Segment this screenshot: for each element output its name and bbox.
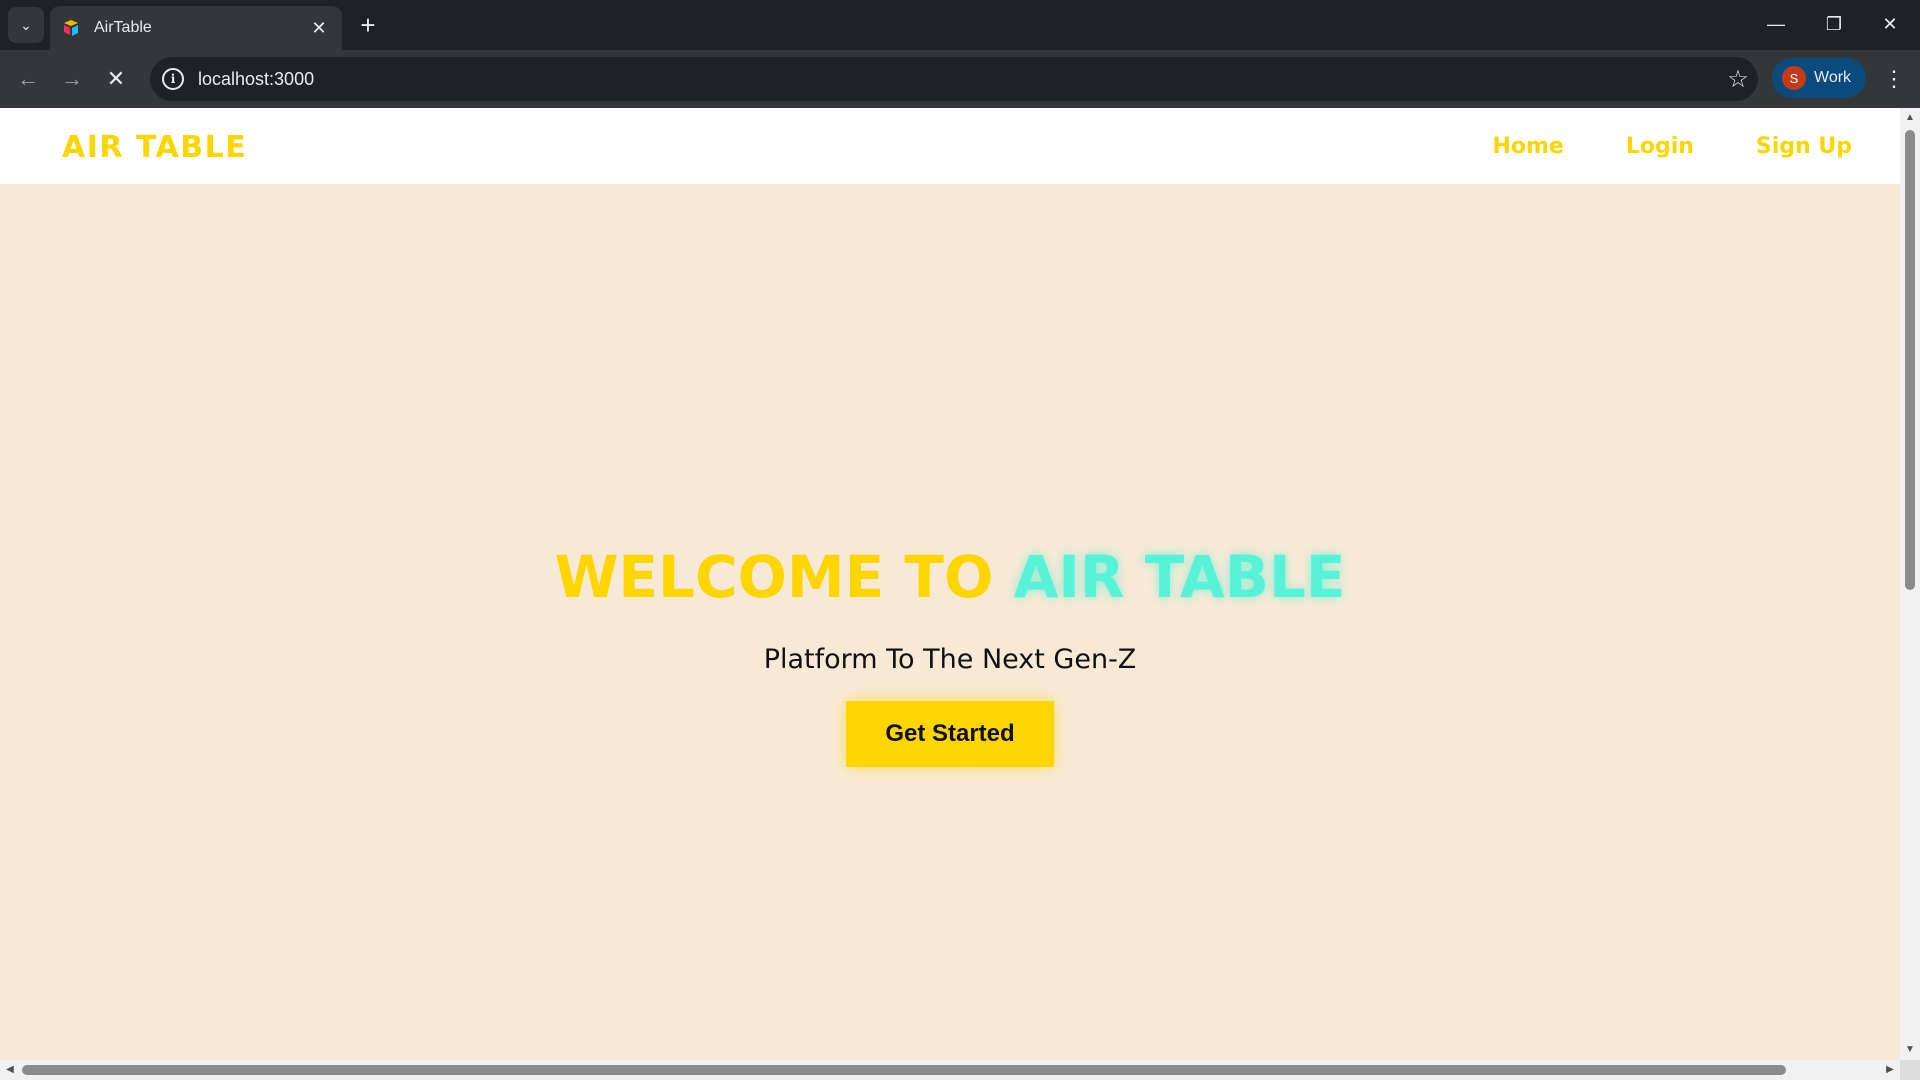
vertical-scrollbar[interactable]: ▲ ▼	[1900, 108, 1920, 1060]
profile-button[interactable]: S Work	[1772, 58, 1866, 98]
vertical-scroll-thumb[interactable]	[1905, 130, 1915, 590]
scroll-up-icon[interactable]: ▲	[1904, 112, 1916, 124]
stop-loading-icon[interactable]: ✕	[98, 61, 134, 97]
site-info-icon[interactable]: i	[162, 68, 184, 90]
hero-title-welcome: WELCOME TO	[554, 543, 1014, 611]
hero-title-brand: AIR TABLE	[1013, 543, 1346, 611]
back-arrow-icon[interactable]: ←	[10, 61, 46, 97]
address-bar[interactable]: i localhost:3000 ☆	[150, 57, 1758, 101]
nav-signup-link[interactable]: Sign Up	[1756, 134, 1852, 159]
avatar: S	[1782, 66, 1806, 90]
hero-section: WELCOME TO AIR TABLE Platform To The Nex…	[0, 542, 1900, 767]
scrollbar-corner	[1900, 1060, 1920, 1080]
site-logo[interactable]: AIR TABLE	[62, 130, 247, 165]
nav-login-link[interactable]: Login	[1626, 134, 1694, 159]
tab-search-icon[interactable]: ⌄	[8, 7, 44, 43]
scroll-right-icon[interactable]: ▶	[1884, 1064, 1896, 1076]
tab-strip: ⌄ AirTable ✕ + — ❐ ✕	[0, 0, 1920, 50]
nav-home-link[interactable]: Home	[1492, 134, 1563, 159]
scroll-down-icon[interactable]: ▼	[1904, 1044, 1916, 1056]
profile-label: Work	[1814, 69, 1852, 86]
horizontal-scrollbar[interactable]: ◀ ▶	[0, 1060, 1900, 1080]
hero-title: WELCOME TO AIR TABLE	[0, 542, 1900, 612]
restore-icon[interactable]: ❐	[1806, 0, 1862, 48]
tab-title: AirTable	[94, 19, 152, 36]
hero-subtitle: Platform To The Next Gen-Z	[763, 644, 1137, 675]
scroll-left-icon[interactable]: ◀	[4, 1064, 16, 1076]
forward-arrow-icon[interactable]: →	[54, 61, 90, 97]
nav-links: Home Login Sign Up	[1492, 134, 1852, 159]
plus-icon[interactable]: +	[352, 9, 384, 41]
bookmark-star-icon[interactable]: ☆	[1718, 65, 1758, 94]
page-viewport: AIR TABLE Home Login Sign Up WELCOME TO …	[0, 108, 1900, 1060]
more-menu-icon[interactable]: ⋮	[1876, 61, 1912, 97]
url-text[interactable]: localhost:3000	[198, 69, 1718, 90]
favicon-icon	[62, 19, 80, 37]
site-navbar: AIR TABLE Home Login Sign Up	[0, 108, 1900, 184]
minimize-icon[interactable]: —	[1748, 0, 1804, 48]
horizontal-scroll-thumb[interactable]	[22, 1065, 1786, 1075]
browser-tab[interactable]: AirTable ✕	[50, 6, 342, 50]
close-icon[interactable]: ✕	[308, 17, 330, 39]
window-close-icon[interactable]: ✕	[1862, 0, 1918, 48]
get-started-button[interactable]: Get Started	[846, 701, 1054, 767]
browser-toolbar: ← → ✕ i localhost:3000 ☆ S Work ⋮	[0, 50, 1920, 108]
